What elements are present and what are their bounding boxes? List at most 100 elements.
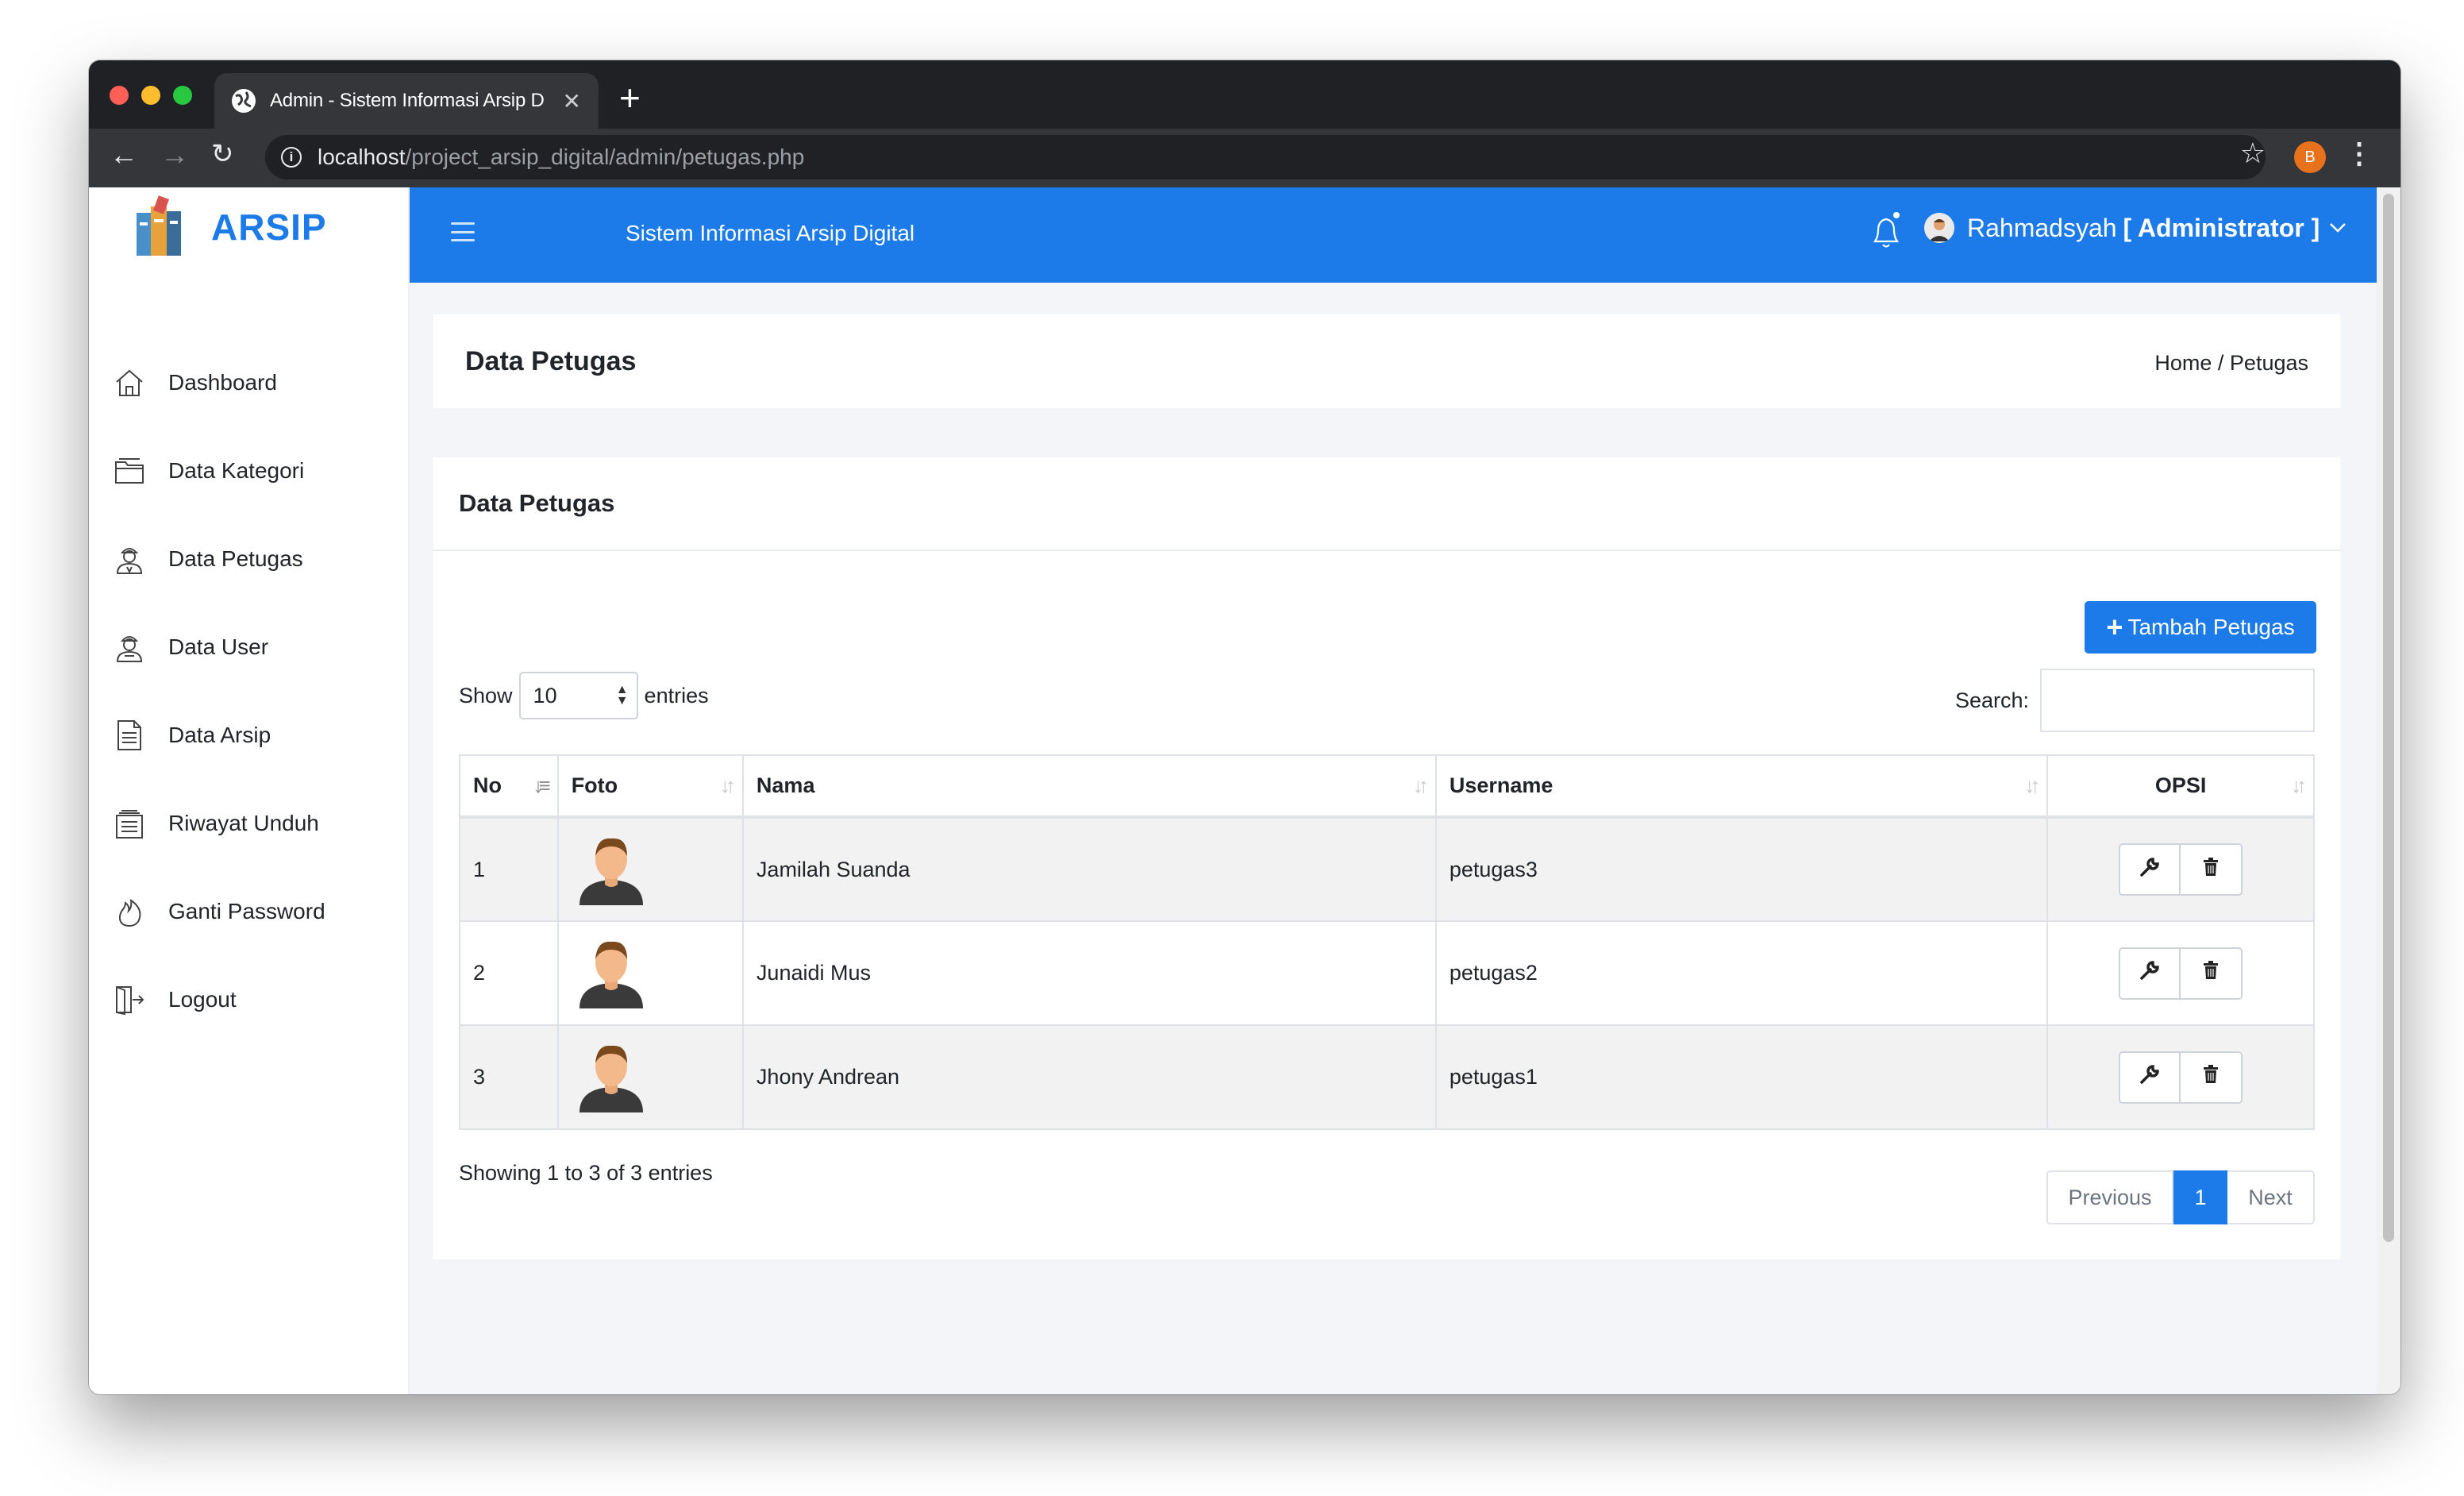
next-page-button[interactable]: Next bbox=[2227, 1170, 2315, 1224]
wrench-icon bbox=[2139, 857, 2160, 883]
user-menu[interactable]: Rahmadsyah [ Administrator ] bbox=[1924, 213, 2347, 243]
url-host: localhost bbox=[318, 145, 406, 169]
browser-tab[interactable]: Admin - Sistem Informasi Arsip D ✕ bbox=[214, 73, 599, 129]
sidebar-item-dashboard[interactable]: Dashboard bbox=[89, 338, 408, 426]
window-controls bbox=[110, 86, 192, 105]
trash-icon bbox=[2203, 961, 2219, 985]
cell-opsi bbox=[2046, 1024, 2315, 1130]
sidebar-item-label: Data User bbox=[168, 634, 269, 659]
delete-button[interactable] bbox=[2181, 947, 2243, 1000]
profile-avatar[interactable]: B bbox=[2294, 141, 2326, 173]
brand-name: ARSIP bbox=[211, 206, 327, 248]
history-icon bbox=[113, 807, 146, 840]
breadcrumb[interactable]: Home / Petugas bbox=[2154, 351, 2308, 376]
column-header-no[interactable]: No ↓≡ bbox=[459, 754, 559, 819]
column-header-nama[interactable]: Nama ↓↑ bbox=[741, 754, 1437, 819]
wrench-icon bbox=[2139, 960, 2160, 986]
document-icon bbox=[113, 719, 146, 752]
app-area: ARSIP Dashboard Data Kategori Data Petug… bbox=[89, 187, 2400, 1394]
search-input[interactable] bbox=[2040, 669, 2315, 732]
table-header-row: No ↓≡ Foto ↓↑ Nama ↓↑ Username ↓↑ OPSI ↓↑ bbox=[459, 754, 2315, 819]
close-window-button[interactable] bbox=[110, 86, 129, 105]
add-petugas-button[interactable]: + Tambah Petugas bbox=[2085, 601, 2316, 654]
forward-icon[interactable]: → bbox=[160, 138, 189, 172]
sort-icon: ↓↑ bbox=[2024, 773, 2040, 797]
sidebar-item-label: Logout bbox=[168, 986, 237, 1012]
back-icon[interactable]: ← bbox=[110, 138, 138, 172]
select-arrows-icon: ▲ ▼ bbox=[615, 683, 629, 708]
books-logo-icon bbox=[135, 195, 187, 259]
hamburger-menu-icon[interactable] bbox=[451, 222, 475, 241]
edit-button[interactable] bbox=[2119, 843, 2181, 896]
column-header-foto[interactable]: Foto ↓↑ bbox=[556, 754, 744, 819]
person-avatar-icon bbox=[573, 1045, 649, 1117]
cell-username: petugas1 bbox=[1434, 1024, 2049, 1130]
sidebar-item-data-arsip[interactable]: Data Arsip bbox=[89, 691, 408, 779]
sort-icon: ↓↑ bbox=[1412, 773, 1429, 797]
info-icon[interactable]: i bbox=[281, 147, 302, 168]
data-card: Data Petugas + Tambah Petugas Show 10 ▲ ▼… bbox=[433, 457, 2340, 1259]
bookmark-star-icon[interactable]: ☆ bbox=[2240, 137, 2266, 170]
column-header-opsi[interactable]: OPSI ↓↑ bbox=[2046, 754, 2315, 819]
avatar bbox=[1924, 213, 1954, 243]
brand-logo[interactable]: ARSIP bbox=[135, 195, 327, 259]
entries-select-value: 10 bbox=[533, 683, 557, 708]
top-navbar: Sistem Informasi Arsip Digital Rahmadsya… bbox=[410, 187, 2377, 283]
show-label: Show bbox=[459, 683, 513, 708]
cell-opsi bbox=[2046, 816, 2315, 922]
cell-foto bbox=[556, 1024, 744, 1130]
app-title: Sistem Informasi Arsip Digital bbox=[626, 221, 915, 245]
entries-select[interactable]: 10 ▲ ▼ bbox=[518, 672, 638, 719]
entries-length-control: Show 10 ▲ ▼ entries bbox=[459, 672, 709, 719]
scrollbar-thumb[interactable] bbox=[2383, 194, 2394, 1242]
sidebar: ARSIP Dashboard Data Kategori Data Petug… bbox=[89, 187, 410, 1394]
table-info: Showing 1 to 3 of 3 entries bbox=[459, 1161, 713, 1185]
close-tab-icon[interactable]: ✕ bbox=[563, 88, 581, 114]
sidebar-item-data-petugas[interactable]: Data Petugas bbox=[89, 515, 408, 603]
minimize-window-button[interactable] bbox=[141, 86, 160, 105]
sidebar-item-riwayat-unduh[interactable]: Riwayat Unduh bbox=[89, 779, 408, 867]
address-bar[interactable]: i localhost /project_arsip_digital/admin… bbox=[265, 135, 2266, 179]
cell-username: petugas3 bbox=[1434, 816, 2049, 922]
entries-label: entries bbox=[644, 683, 709, 708]
sidebar-item-label: Riwayat Unduh bbox=[168, 810, 319, 835]
sidebar-item-label: Data Kategori bbox=[168, 457, 305, 483]
person-avatar-icon bbox=[573, 941, 649, 1013]
sidebar-item-logout[interactable]: Logout bbox=[89, 955, 408, 1043]
new-tab-button[interactable]: + bbox=[619, 76, 641, 119]
maximize-window-button[interactable] bbox=[173, 86, 192, 105]
trash-icon bbox=[2203, 1065, 2219, 1089]
sidebar-item-data-kategori[interactable]: Data Kategori bbox=[89, 426, 408, 515]
bell-icon[interactable] bbox=[1869, 210, 1904, 251]
home-icon bbox=[113, 366, 146, 399]
user-name: Rahmadsyah bbox=[1967, 213, 2117, 242]
delete-button[interactable] bbox=[2181, 1051, 2243, 1104]
officer-icon bbox=[113, 542, 146, 576]
card-title: Data Petugas bbox=[433, 457, 2340, 551]
page-scrollbar[interactable] bbox=[2377, 187, 2400, 1394]
plus-icon: + bbox=[2106, 611, 2123, 643]
sidebar-item-label: Data Petugas bbox=[168, 546, 303, 571]
delete-button[interactable] bbox=[2181, 843, 2243, 896]
browser-menu-icon[interactable]: ⋮ bbox=[2345, 137, 2374, 170]
sidebar-item-ganti-password[interactable]: Ganti Password bbox=[89, 867, 408, 955]
cell-no: 3 bbox=[459, 1024, 559, 1130]
cell-nama: Jhony Andrean bbox=[741, 1024, 1437, 1130]
user-role: [ Administrator ] bbox=[2123, 213, 2320, 242]
wrench-icon bbox=[2139, 1064, 2160, 1090]
tab-title: Admin - Sistem Informasi Arsip D bbox=[270, 90, 545, 111]
column-header-username[interactable]: Username ↓↑ bbox=[1434, 754, 2049, 819]
table-row: 2 Junaidi Mus petugas2 bbox=[459, 920, 2315, 1026]
sidebar-item-data-user[interactable]: Data User bbox=[89, 603, 408, 691]
edit-button[interactable] bbox=[2119, 1051, 2181, 1104]
edit-button[interactable] bbox=[2119, 947, 2181, 1000]
exit-icon bbox=[113, 983, 146, 1016]
page-title: Data Petugas bbox=[465, 346, 637, 376]
previous-page-button[interactable]: Previous bbox=[2046, 1170, 2173, 1224]
cell-foto bbox=[556, 920, 744, 1026]
globe-icon bbox=[232, 89, 256, 113]
reload-icon[interactable]: ↻ bbox=[211, 138, 234, 170]
user-icon bbox=[113, 630, 146, 664]
search-label: Search: bbox=[1954, 688, 2029, 712]
page-1-button[interactable]: 1 bbox=[2173, 1170, 2227, 1224]
